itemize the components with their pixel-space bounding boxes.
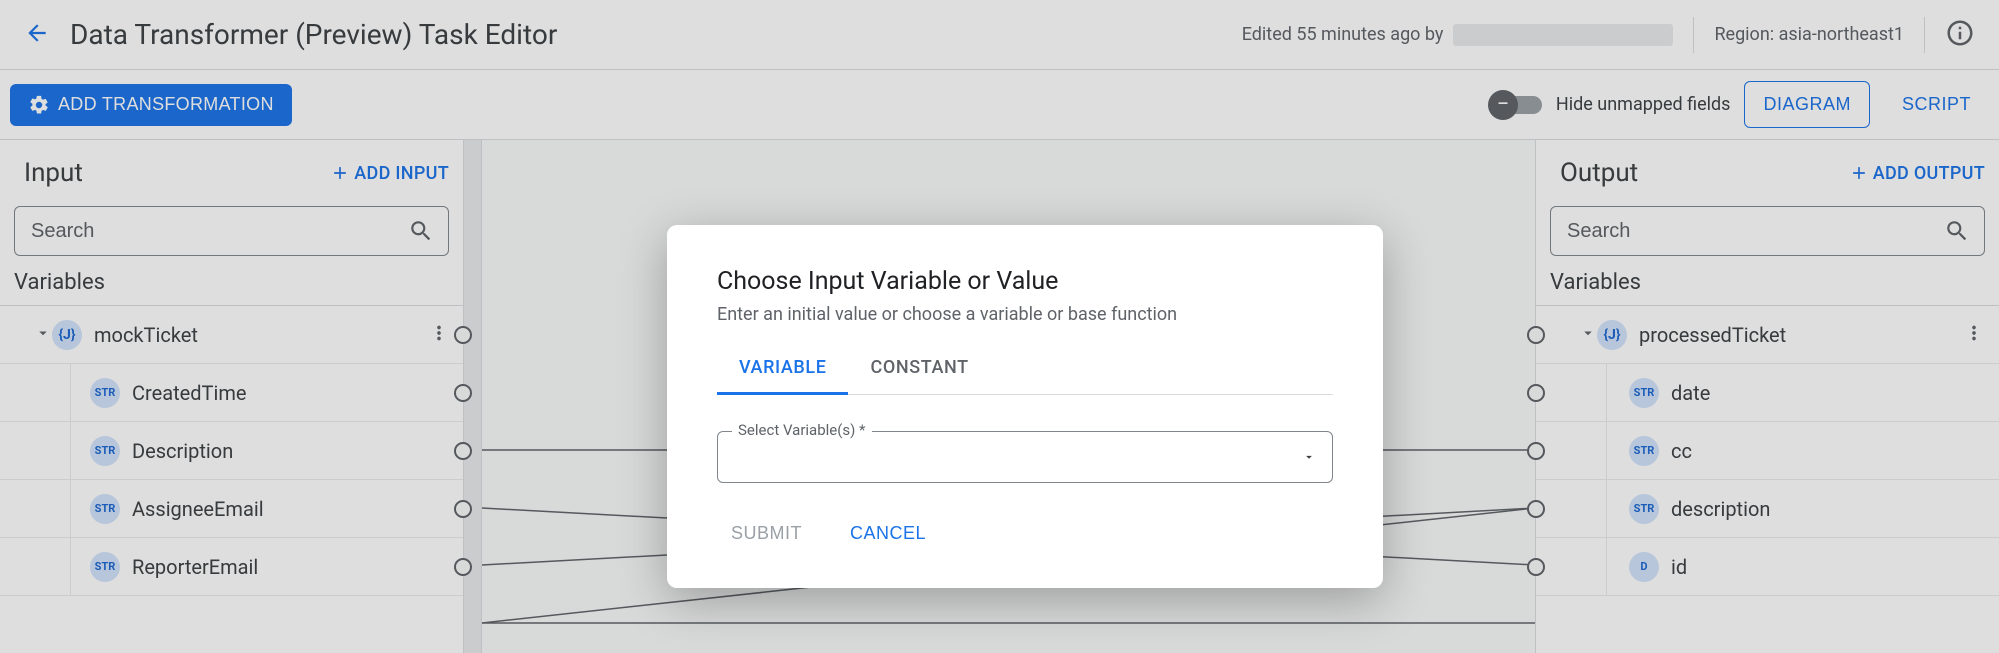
cancel-button[interactable]: CANCEL [836,513,940,554]
dialog-title: Choose Input Variable or Value [717,267,1333,296]
submit-button[interactable]: SUBMIT [717,513,816,554]
dialog-subtitle: Enter an initial value or choose a varia… [717,304,1333,325]
select-variables-dropdown[interactable]: Select Variable(s) * [717,431,1333,483]
select-variables-label: Select Variable(s) * [732,421,872,439]
choose-input-dialog: Choose Input Variable or Value Enter an … [667,225,1383,588]
dialog-tabs: VARIABLE CONSTANT [717,345,1333,395]
tab-constant[interactable]: CONSTANT [848,345,990,395]
tab-variable[interactable]: VARIABLE [717,345,848,395]
dropdown-arrow-icon [1302,450,1316,464]
